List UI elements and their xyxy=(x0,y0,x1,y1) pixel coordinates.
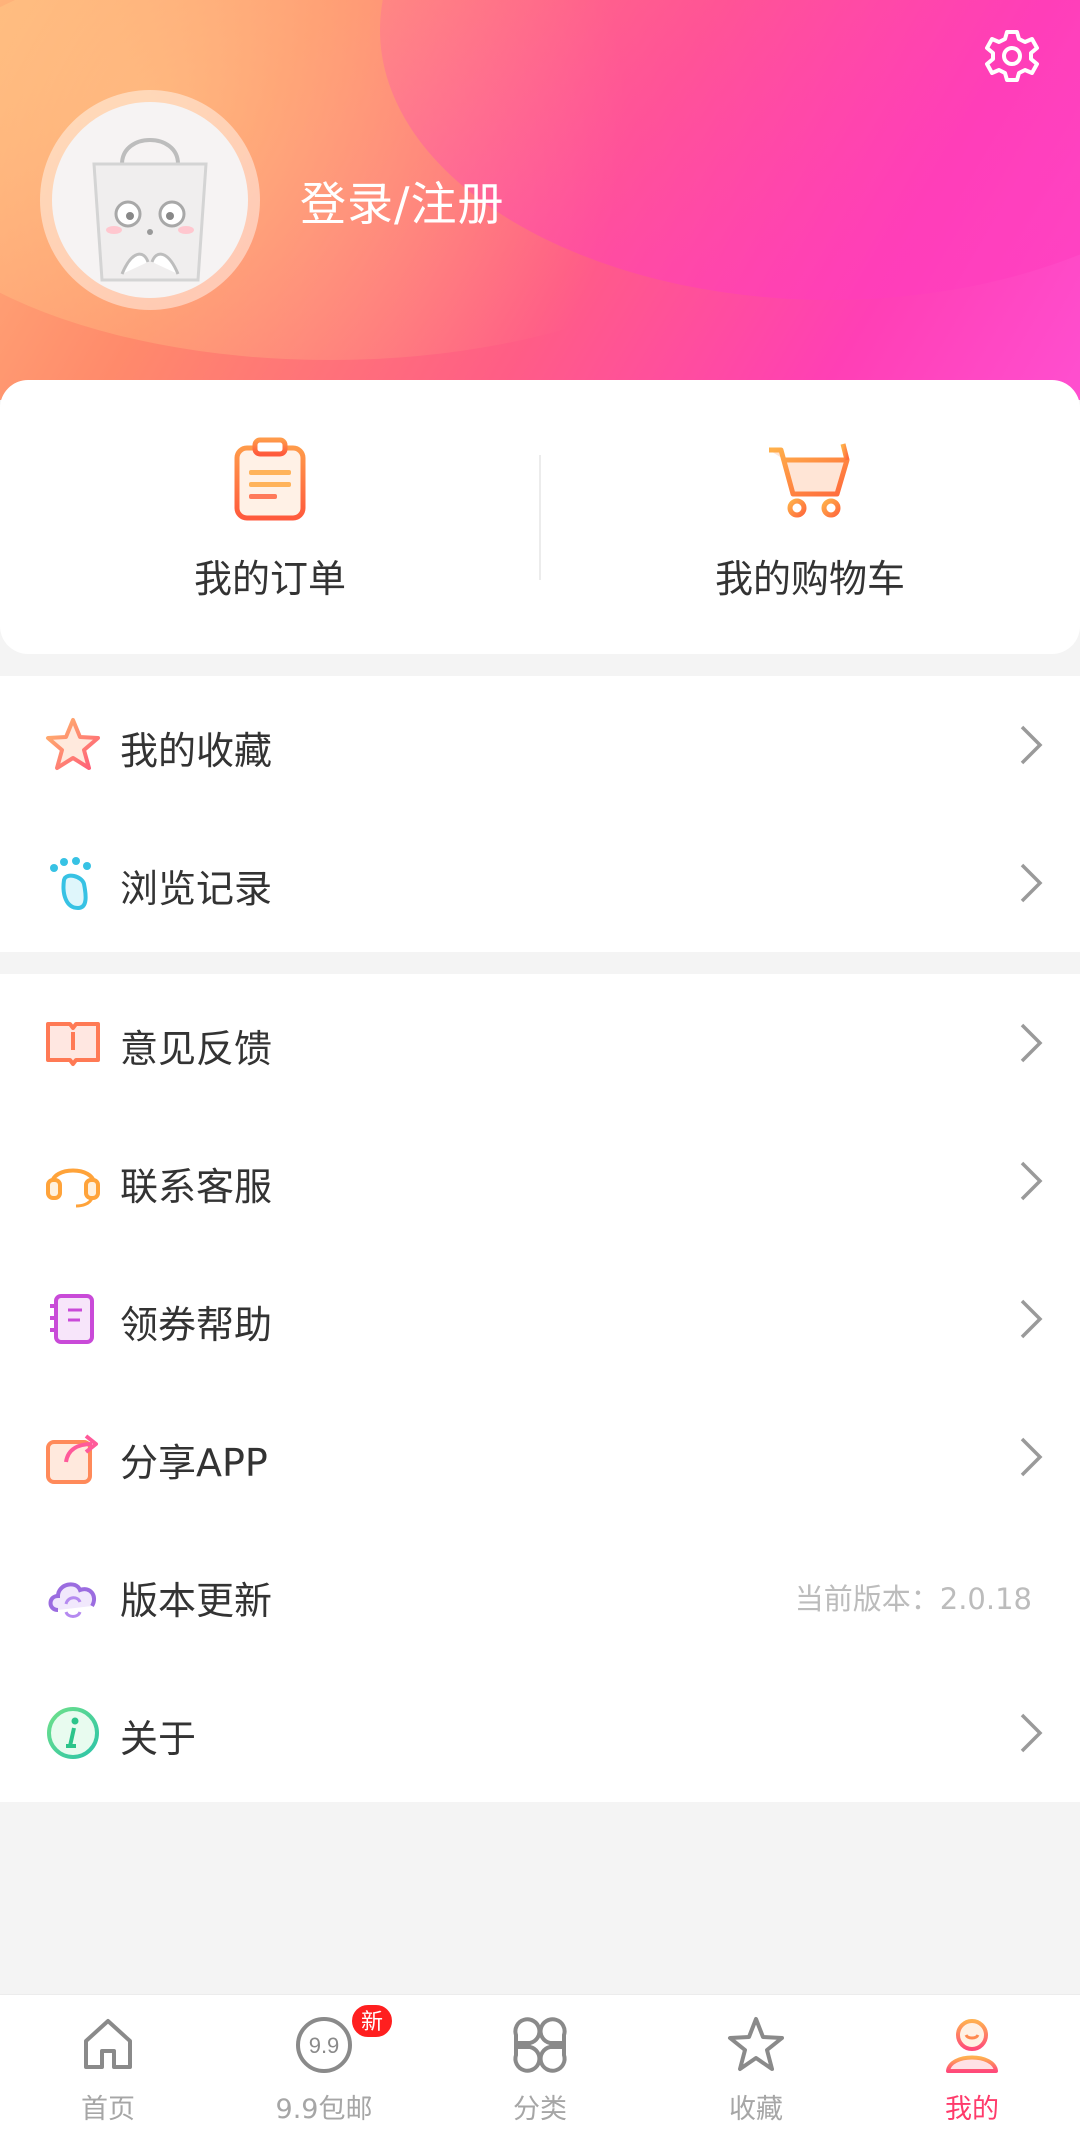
menu-item-about[interactable]: 关于 xyxy=(0,1664,1080,1802)
feedback-icon xyxy=(46,1022,100,1066)
menu-item-feedback[interactable]: 意见反馈 xyxy=(0,974,1080,1112)
menu-item-share-app[interactable]: 分享APP xyxy=(0,1388,1080,1526)
tab-favorites[interactable]: 收藏 xyxy=(648,1995,864,2133)
star-outline-icon xyxy=(728,2017,784,2071)
menu-group-general: 意见反馈 联系客服 领券帮助 分享APP 版本更新 当前版本：2.0.18 关于 xyxy=(0,974,1080,1802)
menu-item-label: 浏览记录 xyxy=(120,867,273,911)
clipboard-icon xyxy=(234,437,306,521)
login-register-link[interactable]: 登录/注册 xyxy=(300,168,505,234)
star-icon xyxy=(46,718,100,770)
chevron-right-icon xyxy=(1020,863,1043,903)
menu-item-label: 意见反馈 xyxy=(120,1027,273,1071)
home-icon xyxy=(84,2019,132,2069)
menu-item-label: 关于 xyxy=(120,1717,197,1761)
share-icon xyxy=(46,1434,98,1484)
tab-label: 首页 xyxy=(81,2094,135,2125)
info-icon xyxy=(47,1707,99,1759)
chevron-right-icon xyxy=(1020,1161,1043,1201)
my-orders-label: 我的订单 xyxy=(193,557,346,601)
tab-mine[interactable]: 我的 xyxy=(864,1995,1080,2133)
bottom-tab-bar: 首页 9.9 新 9.9包邮 分类 收藏 我的 xyxy=(0,1994,1080,2133)
quick-actions-card: 我的订单 我的购物车 xyxy=(0,380,1080,654)
menu-item-label: 领券帮助 xyxy=(120,1303,273,1347)
tab-home[interactable]: 首页 xyxy=(0,1995,216,2133)
new-badge: 新 xyxy=(350,2003,394,2039)
ninety-nine-icon: 9.9 xyxy=(296,2017,352,2073)
menu-item-history[interactable]: 浏览记录 xyxy=(0,814,1080,952)
menu-group-favorites: 我的收藏 浏览记录 xyxy=(0,676,1080,952)
my-cart-button[interactable]: 我的购物车 xyxy=(540,380,1080,654)
profile-icon xyxy=(946,2019,998,2073)
menu-item-label: 我的收藏 xyxy=(120,729,273,773)
cloud-sync-icon xyxy=(48,1582,97,1618)
tab-99-free-shipping[interactable]: 9.9 新 9.9包邮 xyxy=(216,1995,432,2133)
notebook-icon xyxy=(50,1294,94,1344)
current-version-text: 当前版本：2.0.18 xyxy=(794,1582,1032,1616)
my-orders-button[interactable]: 我的订单 xyxy=(0,380,540,654)
menu-item-coupon-help[interactable]: 领券帮助 xyxy=(0,1250,1080,1388)
category-icon xyxy=(513,2017,567,2073)
bag-mascot-avatar xyxy=(92,138,208,282)
tab-label: 分类 xyxy=(513,2094,567,2125)
svg-text:9.9: 9.9 xyxy=(309,2033,340,2058)
chevron-right-icon xyxy=(1020,1299,1043,1339)
chevron-right-icon xyxy=(1020,1713,1043,1753)
chevron-right-icon xyxy=(1020,1023,1043,1063)
tab-label: 9.9包邮 xyxy=(275,2094,373,2125)
tab-category[interactable]: 分类 xyxy=(432,1995,648,2133)
chevron-right-icon xyxy=(1020,725,1043,765)
gear-icon[interactable] xyxy=(982,26,1042,86)
menu-item-label: 分享APP xyxy=(120,1441,268,1485)
footprint-icon xyxy=(50,857,91,911)
menu-item-version-update[interactable]: 版本更新 当前版本：2.0.18 xyxy=(0,1526,1080,1664)
avatar[interactable] xyxy=(52,102,248,298)
cart-icon xyxy=(769,443,850,518)
menu-item-customer-service[interactable]: 联系客服 xyxy=(0,1112,1080,1250)
menu-item-label: 联系客服 xyxy=(120,1165,273,1209)
my-cart-label: 我的购物车 xyxy=(714,557,905,601)
menu-item-label: 版本更新 xyxy=(120,1579,273,1623)
headset-icon xyxy=(46,1168,100,1208)
tab-label: 收藏 xyxy=(729,2094,783,2125)
profile-header: 登录/注册 xyxy=(0,0,1080,400)
chevron-right-icon xyxy=(1020,1437,1043,1477)
menu-item-favorites[interactable]: 我的收藏 xyxy=(0,676,1080,814)
tab-label: 我的 xyxy=(945,2094,999,2125)
